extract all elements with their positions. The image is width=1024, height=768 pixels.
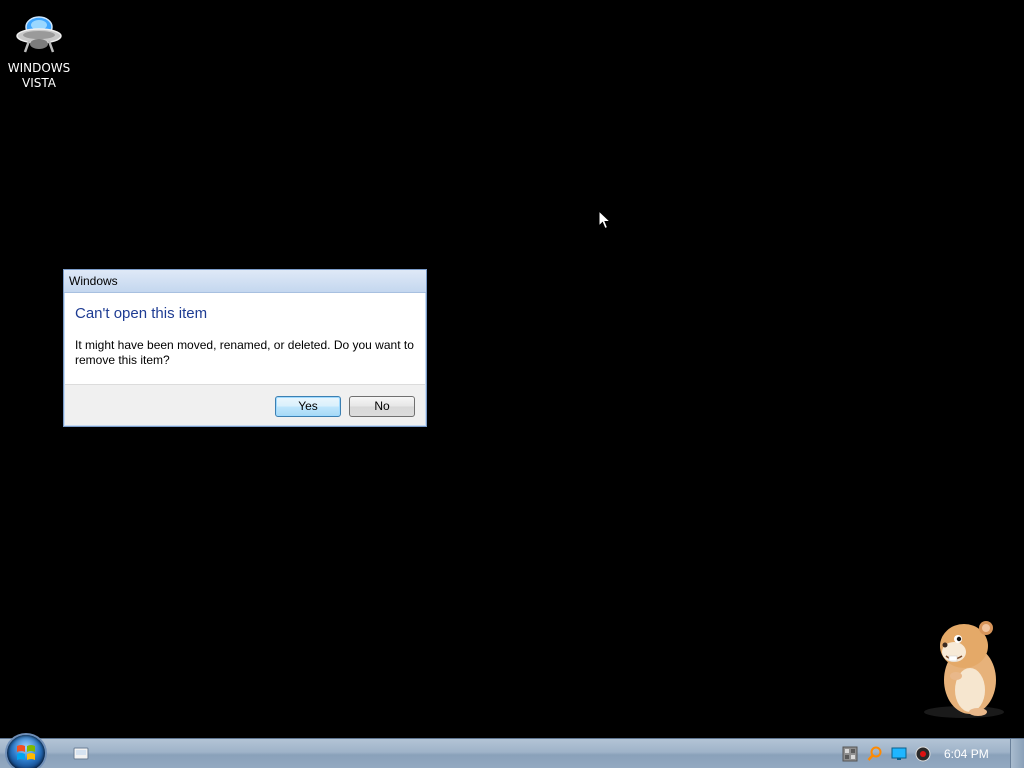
no-button[interactable]: No [349,396,415,417]
desktop-icon-windows-vista[interactable]: WINDOWS VISTA [6,14,72,91]
search-icon[interactable] [867,746,883,762]
start-button[interactable] [7,735,45,768]
windows-logo-icon [17,745,35,760]
mouse-cursor-icon [598,210,612,230]
yes-button[interactable]: Yes [275,396,341,417]
desktop-icon-label: WINDOWS VISTA [7,61,71,90]
dialog-heading: Can't open this item [75,305,208,322]
hamster-widget-icon[interactable] [920,616,1008,720]
monitor-icon[interactable] [891,746,907,762]
vista-ufo-icon [15,14,63,58]
show-desktop-icon[interactable] [72,746,90,762]
system-tray [838,739,1024,768]
speaker-icon[interactable] [915,746,931,762]
dialog-body: Can't open this item It might have been … [64,293,426,385]
show-desktop-button[interactable] [1010,739,1024,768]
dialog-title: Windows [69,274,118,288]
network-icon[interactable] [842,746,858,762]
taskbar: 6:04 PM [0,735,1024,768]
dialog-titlebar[interactable]: Windows [64,270,426,293]
dialog-message: It might have been moved, renamed, or de… [75,338,414,367]
error-dialog: Windows Can't open this item It might ha… [63,269,427,427]
dialog-button-bar: Yes No [65,384,425,425]
taskbar-clock[interactable]: 6:04 PM [944,747,989,761]
